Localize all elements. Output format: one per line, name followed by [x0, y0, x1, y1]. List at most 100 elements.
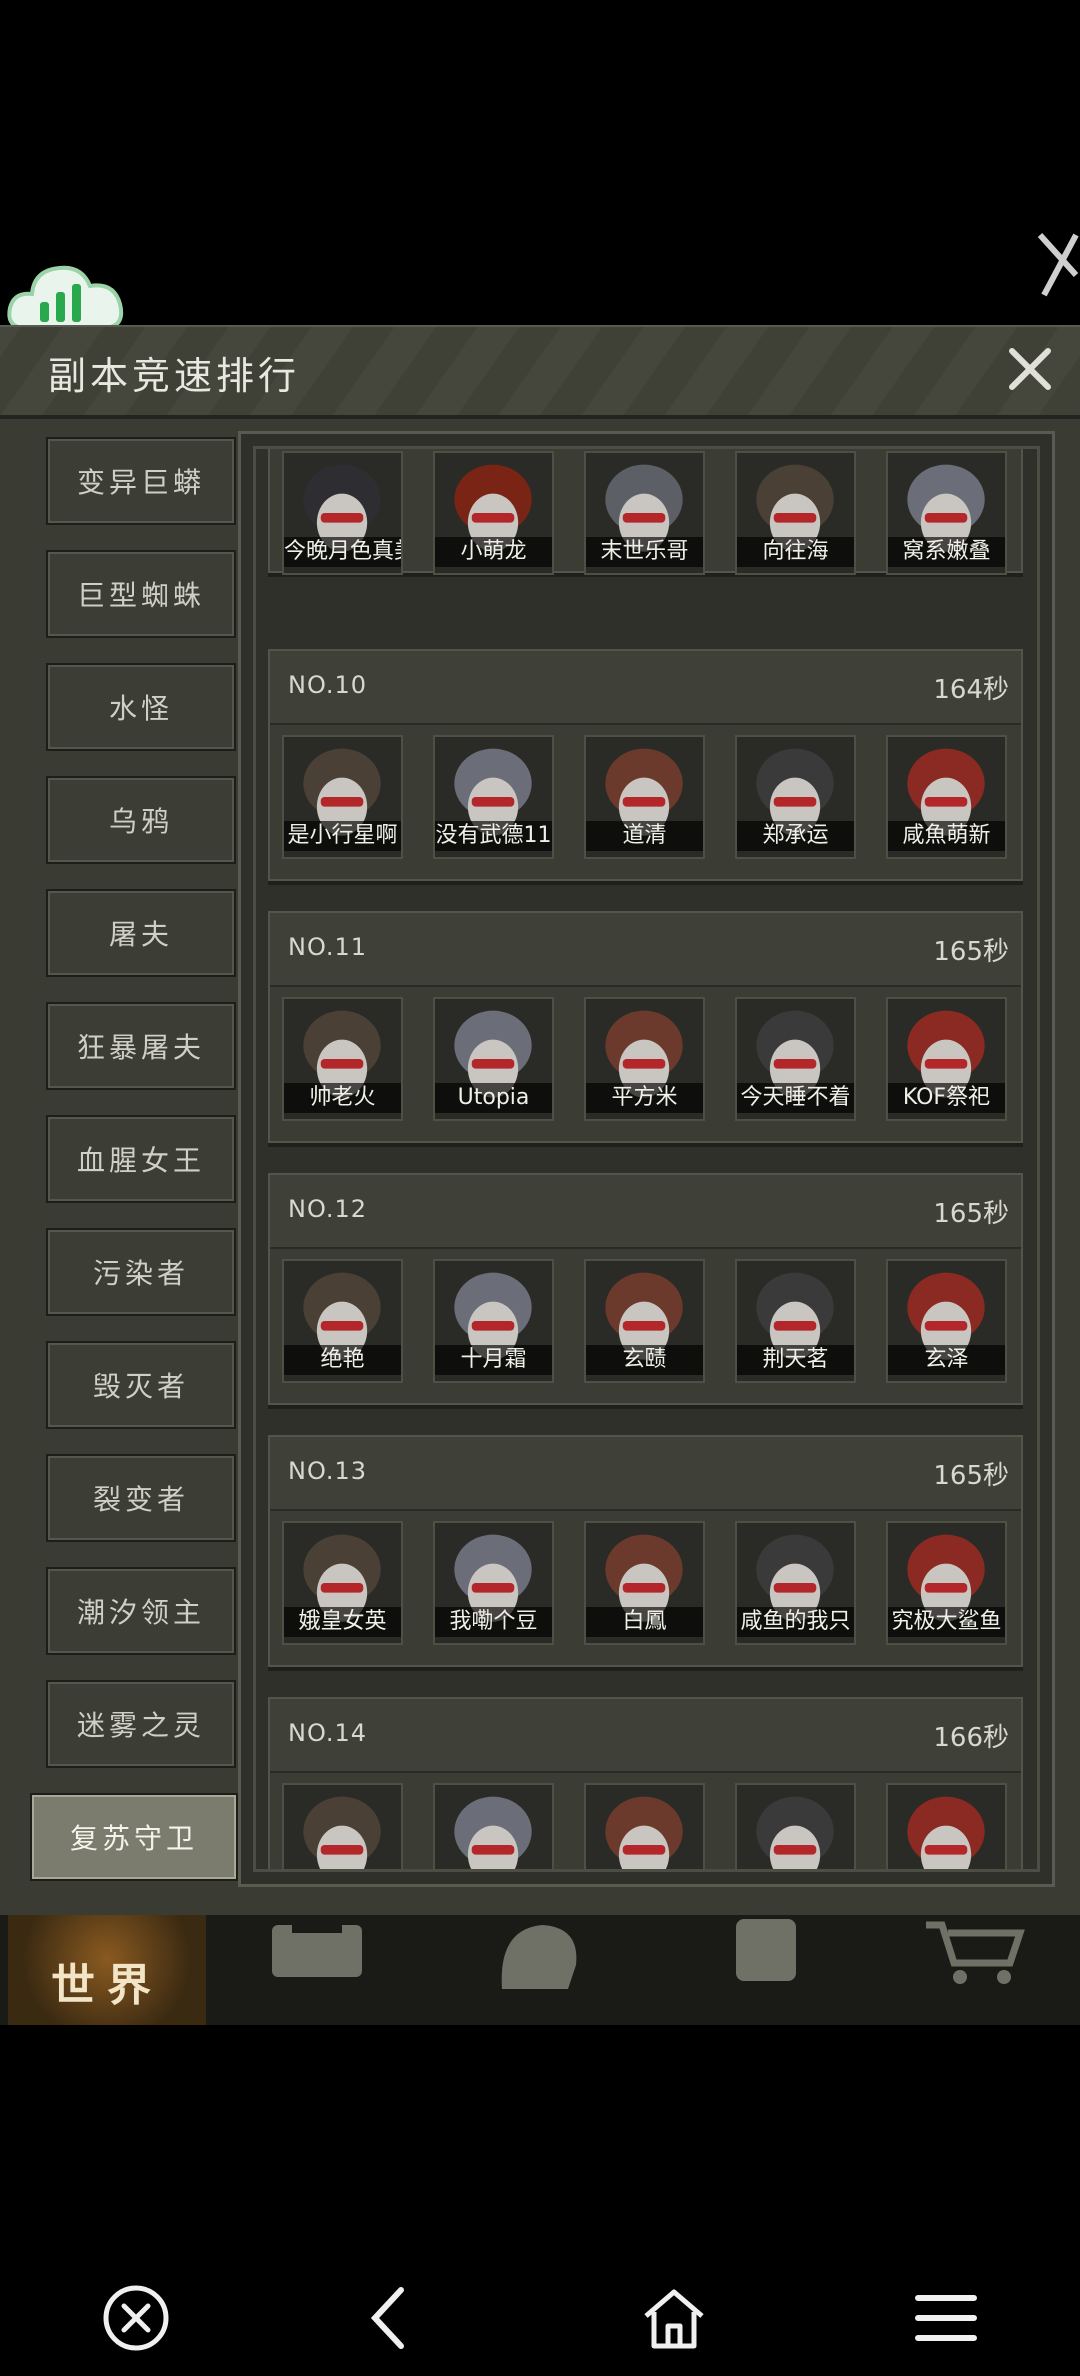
speedrun-ranking-dialog: 副本竞速排行 变异巨蟒 巨型蜘蛛 水怪 乌鸦 屠夫 狂暴屠夫 血腥女王 污染者 … — [0, 325, 1080, 1917]
member-avatar[interactable]: KOF祭祀 — [886, 997, 1007, 1121]
close-app-icon[interactable] — [100, 2282, 172, 2354]
category-item[interactable]: 变异巨蟒 — [46, 437, 236, 525]
member-avatar[interactable]: 向往海 — [735, 451, 856, 575]
ranking-card-partial: 今晚月色真美 小萌龙 末世乐哥 向往海 窝系嫩叠 — [268, 449, 1023, 575]
shopping-cart-icon[interactable] — [920, 1919, 1030, 1989]
category-item[interactable]: 血腥女王 — [46, 1115, 236, 1203]
dialog-header: 副本竞速排行 — [0, 327, 1080, 419]
member-name: 平方米 — [586, 1083, 703, 1113]
category-item[interactable]: 水怪 — [46, 663, 236, 751]
member-avatar[interactable] — [735, 1783, 856, 1869]
member-name: 窝系嫩叠 — [888, 537, 1005, 567]
member-avatar[interactable] — [433, 1783, 554, 1869]
back-icon[interactable] — [355, 2282, 427, 2354]
rank-time: 164秒 — [933, 675, 1009, 705]
member-avatar[interactable]: 玄赜 — [584, 1259, 705, 1383]
ranking-card: NO.12 165秒绝艳 十月霜 玄赜 荆天茗 玄泽 — [268, 1173, 1023, 1405]
member-avatar[interactable] — [584, 1783, 705, 1869]
member-avatar[interactable]: 帅老火 — [282, 997, 403, 1121]
avatar-image — [586, 1785, 703, 1869]
member-avatar[interactable]: 今天睡不着 — [735, 997, 856, 1121]
rank-number: NO.14 — [288, 1719, 368, 1747]
tab-world-label: 世界 — [51, 1960, 163, 2011]
category-item[interactable]: 巨型蜘蛛 — [46, 550, 236, 638]
member-name: 究极大鲨鱼 — [888, 1607, 1005, 1637]
member-avatar[interactable]: 荆天茗 — [735, 1259, 856, 1383]
member-row: 帅老火 Utopia 平方米 今天睡不着 KOF祭祀 — [282, 997, 1022, 1127]
ranking-card-header: NO.14 166秒 — [270, 1699, 1021, 1773]
member-name: 末世乐哥 — [586, 537, 703, 567]
category-item[interactable]: 潮汐领主 — [46, 1567, 236, 1655]
category-item[interactable]: 屠夫 — [46, 889, 236, 977]
ranking-scroll-area[interactable]: 今晚月色真美 小萌龙 末世乐哥 向往海 窝系嫩叠 NO.10 164秒是小行星啊 没有武德11… — [253, 446, 1040, 1872]
member-name: 郑承运 — [737, 821, 854, 851]
game-bottom-nav: 世界 — [0, 1915, 1080, 2025]
member-avatar[interactable]: 平方米 — [584, 997, 705, 1121]
rank-number: NO.13 — [288, 1457, 368, 1485]
rank-time: 166秒 — [933, 1723, 1009, 1753]
category-item[interactable]: 裂变者 — [46, 1454, 236, 1542]
member-row: 绝艳 十月霜 玄赜 荆天茗 玄泽 — [282, 1259, 1022, 1389]
member-avatar[interactable]: 究极大鲨鱼 — [886, 1521, 1007, 1645]
member-row: 娥皇女英 我嘞个豆 白鳳 咸鱼的我只 究极大鲨鱼 — [282, 1521, 1022, 1651]
member-name: 荆天茗 — [737, 1345, 854, 1375]
avatar-image — [888, 1785, 1005, 1869]
member-name: 玄赜 — [586, 1345, 703, 1375]
member-avatar[interactable]: 小萌龙 — [433, 451, 554, 575]
character-head-icon[interactable] — [482, 1919, 592, 1989]
avatar-image — [737, 1785, 854, 1869]
ranking-card: NO.14 166秒 — [268, 1697, 1023, 1869]
member-avatar[interactable] — [282, 1783, 403, 1869]
avatar-image — [284, 1785, 401, 1869]
member-avatar[interactable]: 窝系嫩叠 — [886, 451, 1007, 575]
phone-icon[interactable] — [712, 1919, 822, 1989]
member-avatar[interactable]: 玄泽 — [886, 1259, 1007, 1383]
member-avatar[interactable]: 是小行星啊 — [282, 735, 403, 859]
member-avatar[interactable]: 白鳳 — [584, 1521, 705, 1645]
close-icon[interactable] — [1002, 341, 1058, 397]
member-avatar[interactable]: 没有武德11 — [433, 735, 554, 859]
member-avatar[interactable]: 郑承运 — [735, 735, 856, 859]
category-item[interactable]: 狂暴屠夫 — [46, 1002, 236, 1090]
member-avatar[interactable]: 咸鱼的我只 — [735, 1521, 856, 1645]
ranking-card-header: NO.11 165秒 — [270, 913, 1021, 987]
rank-time: 165秒 — [933, 1199, 1009, 1229]
member-name: Utopia — [435, 1083, 552, 1113]
member-name: 今晚月色真美 — [284, 537, 401, 567]
category-item[interactable]: 迷雾之灵 — [46, 1680, 236, 1768]
rank-number: NO.11 — [288, 933, 368, 961]
member-avatar[interactable]: 我嘞个豆 — [433, 1521, 554, 1645]
member-avatar[interactable]: 绝艳 — [282, 1259, 403, 1383]
member-name: 向往海 — [737, 537, 854, 567]
member-name: 小萌龙 — [435, 537, 552, 567]
category-item-active[interactable]: 复苏守卫 — [30, 1793, 238, 1881]
tab-world[interactable]: 世界 — [8, 1915, 206, 2025]
member-avatar[interactable]: Utopia — [433, 997, 554, 1121]
ranking-card-header: NO.10 164秒 — [270, 651, 1021, 725]
member-name: 咸魚萌新 — [888, 821, 1005, 851]
member-avatar[interactable]: 道清 — [584, 735, 705, 859]
member-avatar[interactable]: 娥皇女英 — [282, 1521, 403, 1645]
menu-icon[interactable] — [910, 2282, 982, 2354]
rank-number: NO.10 — [288, 671, 368, 699]
home-icon[interactable] — [638, 2282, 710, 2354]
member-avatar[interactable]: 咸魚萌新 — [886, 735, 1007, 859]
ranking-card: NO.13 165秒娥皇女英 我嘞个豆 白鳳 咸鱼的我只 究极大鲨鱼 — [268, 1435, 1023, 1667]
backpack-icon[interactable] — [262, 1919, 372, 1989]
member-name: 是小行星啊 — [284, 821, 401, 851]
member-name: 我嘞个豆 — [435, 1607, 552, 1637]
member-row: 是小行星啊 没有武德11 道清 郑承运 咸魚萌新 — [282, 735, 1022, 865]
category-item[interactable]: 污染者 — [46, 1228, 236, 1316]
member-avatar[interactable]: 十月霜 — [433, 1259, 554, 1383]
category-item[interactable]: 毁灭者 — [46, 1341, 236, 1429]
ranking-card-header: NO.13 165秒 — [270, 1437, 1021, 1511]
network-cloud-icon[interactable] — [6, 248, 130, 336]
member-avatar[interactable]: 末世乐哥 — [584, 451, 705, 575]
rank-number: NO.12 — [288, 1195, 368, 1223]
category-item[interactable]: 乌鸦 — [46, 776, 236, 864]
system-nav-bar — [0, 2260, 1080, 2376]
ranking-card: NO.10 164秒是小行星啊 没有武德11 道清 郑承运 咸魚萌新 — [268, 649, 1023, 881]
avatar-image — [435, 1785, 552, 1869]
member-avatar[interactable]: 今晚月色真美 — [282, 451, 403, 575]
member-avatar[interactable] — [886, 1783, 1007, 1869]
